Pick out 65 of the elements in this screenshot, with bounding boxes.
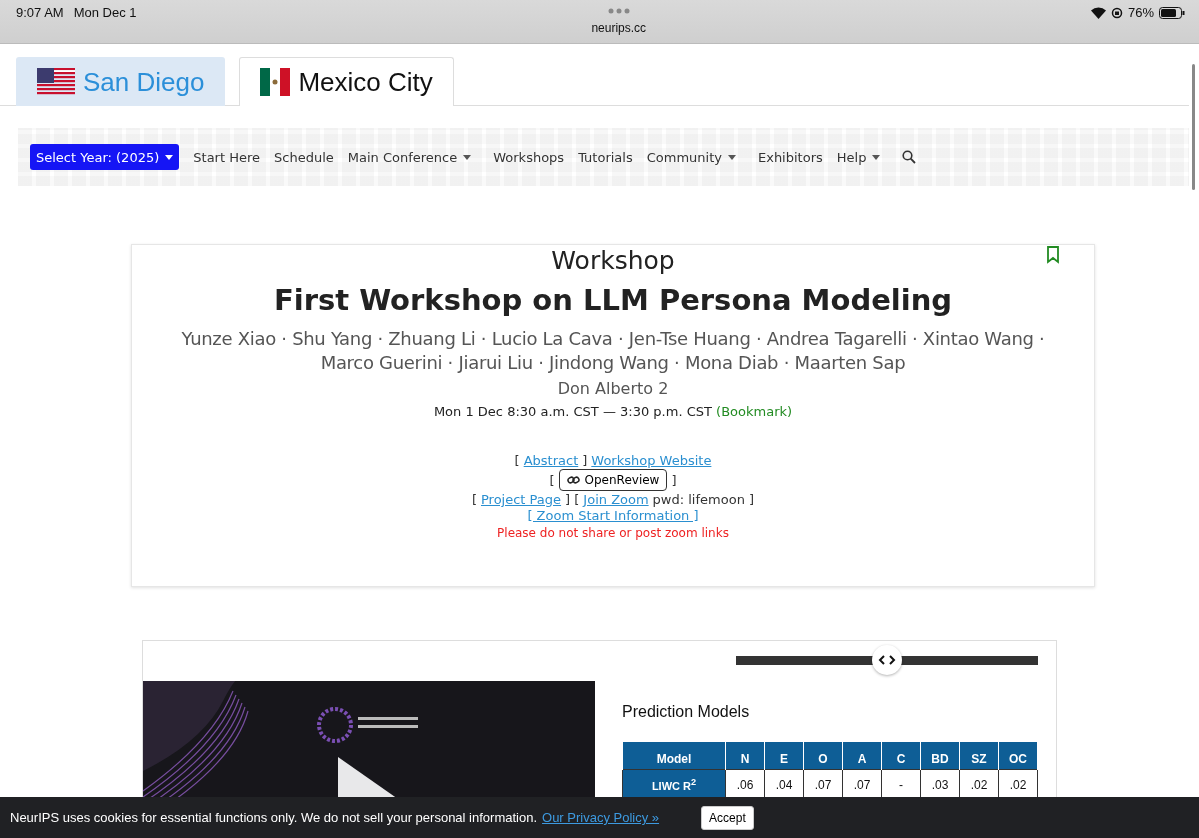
text-link[interactable]: Workshop Website	[591, 453, 712, 468]
status-date: Mon Dec 1	[73, 5, 137, 20]
event-title: First Workshop on LLM Persona Modeling	[273, 283, 953, 317]
rotation-lock-icon	[1110, 6, 1123, 19]
nav-dropdown[interactable]: Help	[836, 149, 881, 165]
tab-label: Mexico City	[298, 66, 433, 98]
bracket-text: ]	[582, 453, 588, 468]
caret-icon	[727, 154, 736, 160]
nav-link[interactable]: Schedule	[274, 149, 334, 165]
nav-link[interactable]: Exhibitors	[757, 149, 823, 165]
table-header: A	[842, 741, 882, 770]
search-icon[interactable]	[902, 150, 917, 164]
text-link[interactable]: Project Page	[481, 492, 562, 507]
bookmark-link[interactable]: (Bookmark)	[716, 404, 793, 419]
clock-time: 9:07 AM	[16, 5, 64, 20]
nav-dropdown[interactable]: Main Conference	[347, 149, 472, 165]
slide-heading: Prediction Models	[622, 703, 751, 721]
table-header: C	[881, 741, 921, 770]
address-bar-url[interactable]: neurips.cc	[591, 21, 647, 35]
bookmark-icon[interactable]	[1046, 246, 1060, 264]
caret-icon	[165, 154, 174, 160]
nav-link[interactable]: Workshops	[493, 149, 565, 165]
text-link[interactable]: Join Zoom	[583, 492, 649, 507]
wifi-icon	[1090, 6, 1106, 19]
text-link[interactable]: [ Zoom Start Information ]	[527, 508, 699, 523]
bracket-text: [	[471, 492, 477, 507]
cookie-text: NeurIPS uses cookies for essential functions only. We do not sell your personal information.	[10, 810, 537, 825]
bracket-text: pwd: lifemoon ]	[652, 492, 755, 507]
event-type: Workshop	[551, 246, 675, 275]
caret-icon	[463, 154, 472, 160]
bracket-text: ] [	[565, 492, 580, 507]
event-time: Mon 1 Dec 8:30 a.m. CST — 3:30 p.m. CST (Bookmark)	[433, 404, 793, 419]
table-cell: LIWC R$^{2}$	[622, 769, 726, 800]
privacy-link[interactable]: Our Privacy Policy »	[542, 810, 660, 825]
bracket-text: [	[514, 453, 520, 468]
chevrons-icon	[878, 655, 896, 665]
bracket-text: ]	[671, 472, 677, 488]
scrollbar[interactable]	[1192, 64, 1195, 190]
table-header: BD	[920, 741, 960, 770]
table-header: SZ	[959, 741, 999, 770]
table-header: Model	[622, 741, 726, 770]
flag-icon	[37, 68, 75, 96]
year-select-button[interactable]: Select Year: (2025)	[30, 144, 180, 170]
text-link[interactable]: Abstract	[523, 453, 579, 468]
table-header: E	[764, 741, 804, 770]
table-header: OC	[998, 741, 1038, 770]
table-header: N	[725, 741, 765, 770]
bracket-text: [	[549, 472, 555, 488]
caret-icon	[872, 154, 881, 160]
table-header: O	[803, 741, 843, 770]
flag-icon	[260, 68, 291, 96]
battery-percent: 76%	[1127, 5, 1154, 20]
nav-link[interactable]: Start Here	[193, 149, 260, 165]
tab-label: San Diego	[83, 66, 205, 98]
nav-dropdown[interactable]: Community	[646, 149, 736, 165]
battery-icon	[1159, 6, 1185, 19]
city-tab[interactable]: Mexico City	[239, 57, 454, 106]
openreview-button[interactable]: OpenReview	[558, 469, 668, 491]
warning-text: Please do not share or post zoom links	[497, 526, 729, 540]
nav-link[interactable]: Tutorials	[578, 149, 633, 165]
author-list: Yunze Xiao · Shu Yang · Zhuang Li · Lucio La Cava · Jen-Tse Huang · Andrea Tagarelli · Xintao Wang · Marco Guerini · Jiarui Liu · Jindong Wang · Mona Diab · Maarten Sap	[132, 327, 1094, 375]
accept-button[interactable]: Accept	[701, 805, 754, 830]
room-name: Don Alberto 2	[557, 379, 669, 398]
link-icon	[566, 475, 580, 485]
slider-handle[interactable]	[872, 645, 902, 675]
